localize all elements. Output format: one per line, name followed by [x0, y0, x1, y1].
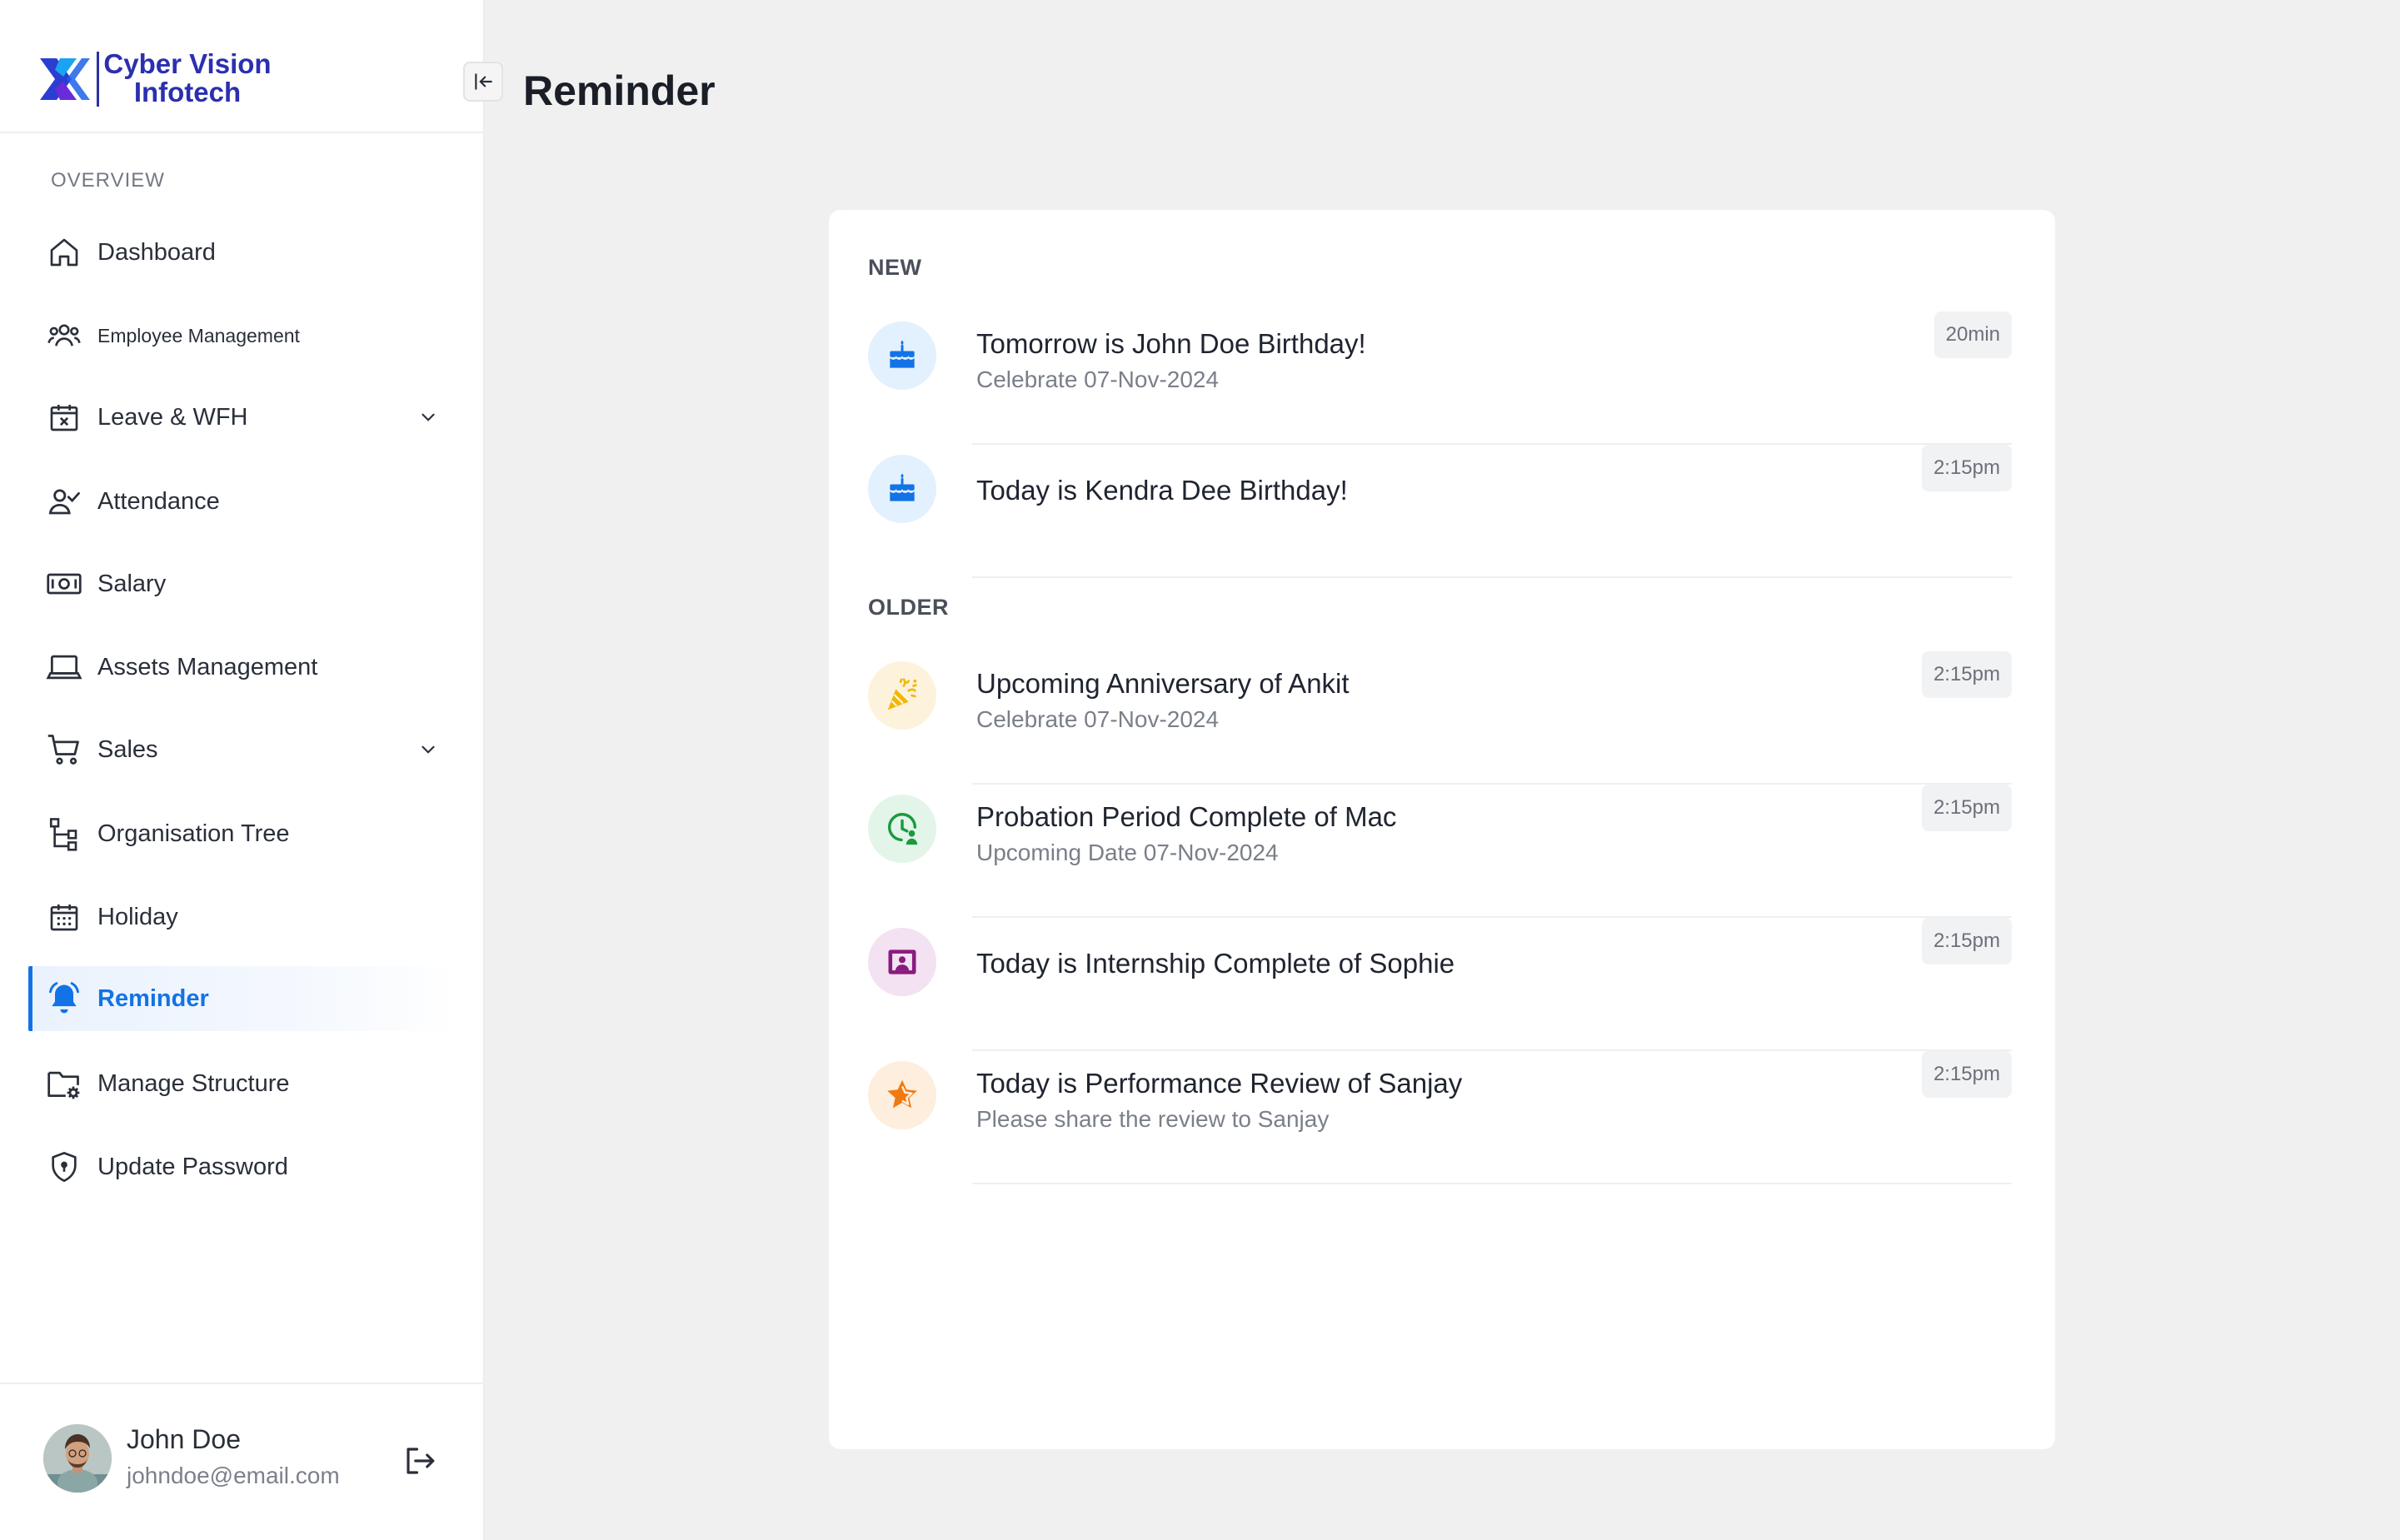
logo-mark-icon — [40, 58, 90, 100]
sidebar-item-assets-management[interactable]: Assets Management — [28, 635, 455, 700]
user-email: johndoe@email.com — [127, 1463, 340, 1488]
reminder-time-badge: 2:15pm — [1921, 651, 2012, 698]
sidebar-item-label: Manage Structure — [97, 1069, 290, 1097]
sidebar-item-label: Holiday — [97, 903, 178, 930]
reminder-time-badge: 2:15pm — [1921, 785, 2012, 831]
party-popper-icon — [868, 661, 936, 730]
reminder-subtitle: Celebrate 07-Nov-2024 — [976, 706, 1220, 732]
page-title: Reminder — [523, 67, 716, 114]
sidebar-item-label: Assets Management — [97, 653, 318, 680]
sidebar-item-reminder[interactable]: Reminder — [28, 966, 455, 1031]
laptop-icon — [45, 648, 83, 686]
sidebar-item-label: Leave & WFH — [97, 403, 248, 431]
logo-divider — [97, 52, 99, 107]
banknote-icon — [45, 565, 83, 603]
chevron-down-icon[interactable] — [415, 736, 442, 763]
reminder-item[interactable]: Today is Performance Review of Sanjay Pl… — [868, 1051, 2012, 1184]
sidebar-item-holiday[interactable]: Holiday — [28, 885, 455, 949]
sidebar-item-label: Dashboard — [97, 238, 216, 266]
group-label-older: OLDER — [868, 595, 949, 620]
calendar-icon — [45, 898, 83, 936]
user-check-icon — [45, 482, 83, 521]
cake-icon — [868, 321, 936, 390]
logout-button[interactable] — [398, 1439, 442, 1483]
calendar-x-icon — [45, 398, 83, 436]
sidebar-item-label: Salary — [97, 570, 167, 597]
tree-icon — [45, 815, 83, 853]
sidebar-item-salary[interactable]: Salary — [28, 551, 455, 616]
avatar[interactable] — [43, 1424, 112, 1493]
collapse-left-icon — [475, 73, 492, 90]
users-icon — [45, 316, 83, 355]
reminder-title: Today is Performance Review of Sanjay — [976, 1068, 1463, 1099]
sidebar-item-label: Reminder — [97, 984, 209, 1012]
divider — [972, 576, 2012, 578]
reminder-item[interactable]: Tomorrow is John Doe Birthday! Celebrate… — [868, 311, 2012, 445]
clock-user-icon — [868, 795, 936, 863]
cart-icon — [45, 730, 83, 769]
bell-icon — [45, 979, 83, 1018]
brand-name: Cyber Vision Infotech — [100, 50, 275, 107]
sidebar-item-leave-wfh[interactable]: Leave & WFH — [28, 385, 455, 450]
certificate-icon — [868, 928, 936, 996]
divider — [972, 1183, 2012, 1184]
reminder-title: Probation Period Complete of Mac — [976, 801, 1397, 832]
logout-icon — [407, 1448, 435, 1474]
reminder-subtitle: Upcoming Date 07-Nov-2024 — [976, 840, 1279, 865]
reminder-item[interactable]: Probation Period Complete of Mac Upcomin… — [868, 785, 2012, 918]
reminder-subtitle: Please share the review to Sanjay — [976, 1106, 1330, 1132]
sidebar-item-organisation-tree[interactable]: Organisation Tree — [28, 801, 455, 866]
sidebar: Cyber Vision Infotech OVERVIEW Dashboard — [0, 0, 503, 1540]
brand-name-line2: Infotech — [133, 77, 242, 107]
cake-icon — [868, 455, 936, 523]
collapse-sidebar-button[interactable] — [463, 62, 503, 102]
sidebar-item-update-password[interactable]: Update Password — [28, 1134, 455, 1199]
sidebar-item-label: Sales — [97, 735, 158, 763]
brand-header: Cyber Vision Infotech — [0, 0, 484, 133]
shield-icon — [45, 1148, 83, 1186]
reminder-item[interactable]: Upcoming Anniversary of Ankit Celebrate … — [868, 651, 2012, 785]
app-window: Cyber Vision Infotech OVERVIEW Dashboard — [0, 0, 2400, 1540]
home-icon — [45, 233, 83, 272]
star-icon — [868, 1061, 936, 1129]
user-name: John Doe — [127, 1424, 241, 1454]
reminder-title: Today is Internship Complete of Sophie — [976, 948, 1455, 979]
reminder-title: Tomorrow is John Doe Birthday! — [976, 328, 1366, 359]
reminder-time-badge: 2:15pm — [1921, 445, 2012, 491]
reminder-subtitle: Celebrate 07-Nov-2024 — [976, 366, 1220, 392]
sidebar-item-label: Organisation Tree — [97, 820, 290, 847]
brand-name-line1: Cyber Vision — [103, 48, 272, 79]
sidebar-item-manage-structure[interactable]: Manage Structure — [28, 1051, 455, 1116]
sidebar-item-sales[interactable]: Sales — [28, 717, 455, 782]
sidebar-item-employee-management[interactable]: Employee Management — [28, 303, 455, 368]
user-profile-bar: John Doe johndoe@email.com — [0, 1383, 484, 1540]
sidebar-item-attendance[interactable]: Attendance — [28, 469, 455, 534]
reminder-item[interactable]: Today is Internship Complete of Sophie 2… — [868, 918, 2012, 1051]
reminder-title: Today is Kendra Dee Birthday! — [976, 475, 1348, 506]
reminder-time-badge: 2:15pm — [1921, 918, 2012, 964]
sidebar-item-label: Update Password — [97, 1153, 288, 1180]
group-label-new: NEW — [868, 255, 922, 280]
reminder-title: Upcoming Anniversary of Ankit — [976, 668, 1350, 699]
sidebar-item-label: Attendance — [97, 487, 220, 515]
chevron-down-icon[interactable] — [415, 404, 442, 431]
folder-gear-icon — [45, 1064, 83, 1103]
section-label-overview: OVERVIEW — [51, 169, 165, 192]
reminder-time-badge: 20min — [1933, 311, 2012, 358]
avatar-image — [43, 1424, 112, 1493]
reminder-time-badge: 2:15pm — [1921, 1051, 2012, 1098]
reminder-card: NEW Tomorrow is John Doe Birthday! Celeb… — [829, 210, 2055, 1449]
sidebar-item-dashboard[interactable]: Dashboard — [28, 220, 455, 285]
reminder-item[interactable]: Today is Kendra Dee Birthday! 2:15pm — [868, 445, 2012, 578]
sidebar-item-label: Employee Management — [97, 324, 300, 346]
